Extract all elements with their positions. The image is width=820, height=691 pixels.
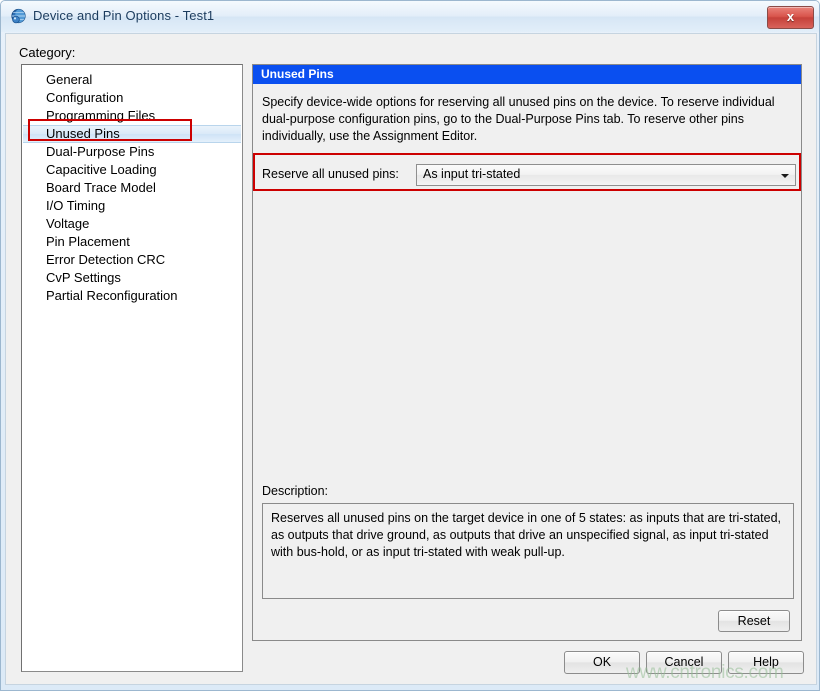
category-list-item[interactable]: CvP Settings: [22, 269, 242, 287]
category-list-item[interactable]: Configuration: [22, 89, 242, 107]
description-text: Reserves all unused pins on the target d…: [262, 503, 794, 599]
category-list-item[interactable]: Unused Pins: [23, 125, 241, 143]
ok-button[interactable]: OK: [564, 651, 640, 674]
cancel-button[interactable]: Cancel: [646, 651, 722, 674]
category-list-item[interactable]: I/O Timing: [22, 197, 242, 215]
reserve-all-unused-pins-row: Reserve all unused pins: As input tri-st…: [262, 164, 796, 188]
panel-header-title: Unused Pins: [253, 65, 801, 84]
category-list-item[interactable]: Board Trace Model: [22, 179, 242, 197]
category-list-item[interactable]: General: [22, 71, 242, 89]
category-list-item[interactable]: Voltage: [22, 215, 242, 233]
reset-button[interactable]: Reset: [718, 610, 790, 632]
window-title: Device and Pin Options - Test1: [33, 8, 214, 23]
category-label: Category:: [19, 45, 75, 60]
category-list[interactable]: GeneralConfigurationProgramming FilesUnu…: [21, 64, 243, 672]
reserve-all-unused-pins-label: Reserve all unused pins:: [262, 167, 399, 181]
quartus-globe-icon: [10, 8, 28, 26]
category-list-item[interactable]: Pin Placement: [22, 233, 242, 251]
category-list-item[interactable]: Error Detection CRC: [22, 251, 242, 269]
panel-intro-text: Specify device-wide options for reservin…: [262, 94, 796, 145]
category-list-item[interactable]: Capacitive Loading: [22, 161, 242, 179]
help-button[interactable]: Help: [728, 651, 804, 674]
chevron-down-icon[interactable]: [777, 166, 794, 184]
dialog-window: Device and Pin Options - Test1 x Categor…: [0, 0, 820, 691]
title-bar: Device and Pin Options - Test1 x: [1, 1, 819, 32]
category-list-item[interactable]: Partial Reconfiguration: [22, 287, 242, 305]
description-label: Description:: [262, 484, 328, 498]
close-button[interactable]: x: [767, 6, 814, 29]
reserve-all-unused-pins-dropdown[interactable]: As input tri-stated: [416, 164, 796, 186]
close-icon: x: [768, 7, 813, 28]
dropdown-selected-value: As input tri-stated: [423, 167, 520, 181]
category-list-item[interactable]: Dual-Purpose Pins: [22, 143, 242, 161]
unused-pins-panel: Unused Pins Specify device-wide options …: [252, 64, 802, 641]
category-list-item[interactable]: Programming Files: [22, 107, 242, 125]
